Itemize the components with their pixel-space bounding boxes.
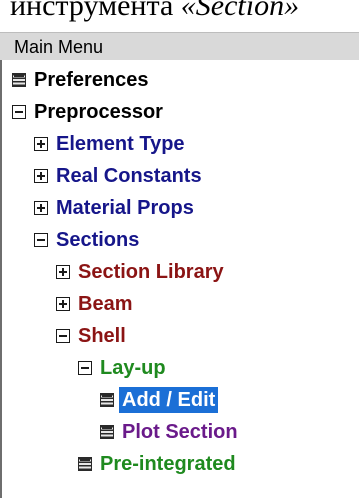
tree-item-label: Real Constants	[56, 165, 202, 187]
caption-emphasis: «Section»	[180, 0, 300, 22]
collapse-icon[interactable]	[56, 329, 70, 343]
tree-item-label: Material Props	[56, 197, 194, 219]
main-menu-title: Main Menu	[14, 37, 104, 57]
tree-item-beam[interactable]: Beam	[56, 288, 135, 320]
top-caption: инструмента «Section»	[10, 0, 299, 32]
tree-item-label: Pre-integrated	[100, 453, 236, 475]
caption-prefix: инструмента	[10, 0, 181, 22]
collapse-icon[interactable]	[78, 361, 92, 375]
collapse-icon[interactable]	[34, 233, 48, 247]
menu-tree: Preferences Preprocessor Element Type Re…	[0, 60, 359, 498]
expand-icon[interactable]	[56, 297, 70, 311]
tree-item-lay-up[interactable]: Lay-up	[78, 352, 169, 384]
tree-item-pre-integrated[interactable]: Pre-integrated	[78, 448, 239, 480]
tree-item-label: Sections	[56, 229, 140, 251]
tree-item-sections[interactable]: Sections	[34, 224, 142, 256]
collapse-icon[interactable]	[12, 105, 26, 119]
document-icon	[78, 457, 92, 471]
tree-item-preprocessor[interactable]: Preprocessor	[12, 96, 166, 128]
document-icon	[100, 425, 114, 439]
tree-item-label: Beam	[78, 293, 133, 315]
tree-item-label: Preferences	[34, 69, 149, 91]
tree-item-material-props[interactable]: Material Props	[34, 192, 197, 224]
tree-item-label: Lay-up	[100, 357, 166, 379]
expand-icon[interactable]	[56, 265, 70, 279]
tree-item-plot-section[interactable]: Plot Section	[100, 416, 241, 448]
main-menu-titlebar: Main Menu	[0, 32, 359, 60]
document-icon	[100, 393, 114, 407]
tree-item-label: Element Type	[56, 133, 185, 155]
tree-item-element-type[interactable]: Element Type	[34, 128, 188, 160]
tree-item-preferences[interactable]: Preferences	[12, 64, 152, 96]
expand-icon[interactable]	[34, 201, 48, 215]
tree-item-add-edit[interactable]: Add / Edit	[100, 384, 219, 416]
main-menu-panel: Main Menu Preferences Preprocessor Eleme…	[0, 32, 359, 498]
tree-item-section-library[interactable]: Section Library	[56, 256, 227, 288]
tree-item-real-constants[interactable]: Real Constants	[34, 160, 205, 192]
tree-item-label-selected: Add / Edit	[119, 387, 219, 413]
tree-item-label: Shell	[78, 325, 126, 347]
tree-item-label: Preprocessor	[34, 101, 163, 123]
document-icon	[12, 73, 26, 87]
tree-item-label: Plot Section	[122, 421, 238, 443]
expand-icon[interactable]	[34, 137, 48, 151]
tree-item-label: Section Library	[78, 261, 224, 283]
expand-icon[interactable]	[34, 169, 48, 183]
tree-item-shell[interactable]: Shell	[56, 320, 129, 352]
